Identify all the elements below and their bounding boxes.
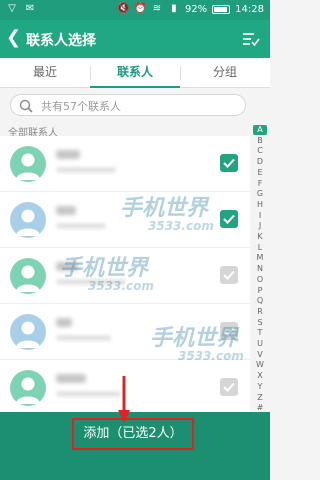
search-placeholder: 共有57个联系人 (41, 100, 121, 113)
tab-contacts-label: 联系人 (116, 65, 153, 79)
contact-row[interactable] (0, 248, 250, 304)
contact-name-blurred (56, 374, 86, 383)
app-bar: ❮ 联系人选择 (0, 20, 270, 58)
battery-percent: 92% (184, 3, 208, 15)
contact-row[interactable] (0, 304, 250, 360)
index-letter[interactable]: K (250, 232, 270, 242)
tab-underline (90, 86, 180, 88)
add-selected-button[interactable]: 添加（已选2人） (72, 418, 194, 450)
index-letter[interactable]: R (250, 307, 270, 317)
index-letter[interactable]: G (250, 189, 270, 199)
contact-checkbox[interactable] (220, 266, 238, 284)
wifi-icon: ≋ (152, 3, 162, 14)
index-letter[interactable]: V (250, 350, 270, 360)
contact-name-blurred (56, 262, 78, 271)
contact-detail-blurred (56, 167, 116, 173)
status-bar: ▽ ✉ 🔇 ⏰ ≋ ▮ 92% 14:28 (0, 0, 270, 20)
index-letter[interactable]: J (250, 221, 270, 231)
mute-icon: 🔇 (116, 3, 130, 14)
contact-name-blurred (56, 318, 72, 327)
contact-list[interactable] (0, 136, 250, 416)
index-letter[interactable]: C (250, 146, 270, 156)
contact-checkbox[interactable] (220, 378, 238, 396)
index-letter[interactable]: L (250, 243, 270, 253)
index-letter[interactable]: F (250, 179, 270, 189)
search-input[interactable]: 共有57个联系人 (10, 94, 246, 116)
back-arrow-icon[interactable]: ❮ (6, 27, 26, 49)
index-letter[interactable]: P (250, 286, 270, 296)
avatar (10, 258, 46, 294)
alarm-icon: ⏰ (133, 3, 147, 14)
contact-checkbox[interactable] (220, 322, 238, 340)
contact-detail-blurred (56, 335, 111, 341)
search-icon (19, 98, 33, 113)
index-letter[interactable]: D (250, 157, 270, 167)
page-title: 联系人选择 (26, 33, 96, 49)
contact-detail-blurred (56, 279, 126, 285)
annotation-arrow-icon (118, 376, 130, 423)
contact-detail-blurred (56, 391, 121, 397)
index-letter[interactable]: E (250, 168, 270, 178)
index-letter[interactable]: N (250, 264, 270, 274)
index-letter[interactable]: S (250, 318, 270, 328)
index-letter[interactable]: B (250, 136, 270, 146)
usb-icon: ✉ (25, 3, 35, 14)
index-letter[interactable]: A (253, 125, 267, 135)
index-letter[interactable]: O (250, 275, 270, 285)
signal-icon: ▮ (171, 3, 177, 14)
tab-contacts[interactable]: 联系人 (90, 58, 180, 88)
index-letter[interactable]: H (250, 200, 270, 210)
select-all-icon[interactable] (242, 30, 260, 48)
avatar (10, 370, 46, 406)
contact-row[interactable] (0, 136, 250, 192)
contact-name-blurred (56, 206, 76, 215)
tab-bar: 最近 联系人 分组 (0, 58, 270, 88)
index-letter[interactable]: M (250, 253, 270, 263)
index-letter[interactable]: Y (250, 382, 270, 392)
index-letter[interactable]: W (250, 360, 270, 370)
avatar (10, 146, 46, 182)
index-letter[interactable]: U (250, 339, 270, 349)
contact-checkbox[interactable] (220, 154, 238, 172)
contact-name-blurred (56, 150, 80, 159)
index-letter[interactable]: X (250, 371, 270, 381)
index-letter[interactable]: Q (250, 296, 270, 306)
contact-detail-blurred (56, 223, 106, 229)
index-letter[interactable]: I (250, 211, 270, 221)
contact-row[interactable] (0, 192, 250, 248)
notification-icon: ▽ (8, 3, 16, 14)
contact-checkbox[interactable] (220, 210, 238, 228)
clock: 14:28 (235, 3, 264, 15)
avatar (10, 314, 46, 350)
index-letter[interactable]: T (250, 328, 270, 338)
tab-recent[interactable]: 最近 (0, 58, 90, 88)
alphabet-index[interactable]: A B C D E F G H I J K L M N O P Q R S T U V W X Y Z # (250, 124, 270, 416)
avatar (10, 202, 46, 238)
battery-icon (212, 4, 231, 14)
index-letter[interactable]: Z (250, 393, 270, 403)
tab-groups[interactable]: 分组 (180, 58, 270, 88)
